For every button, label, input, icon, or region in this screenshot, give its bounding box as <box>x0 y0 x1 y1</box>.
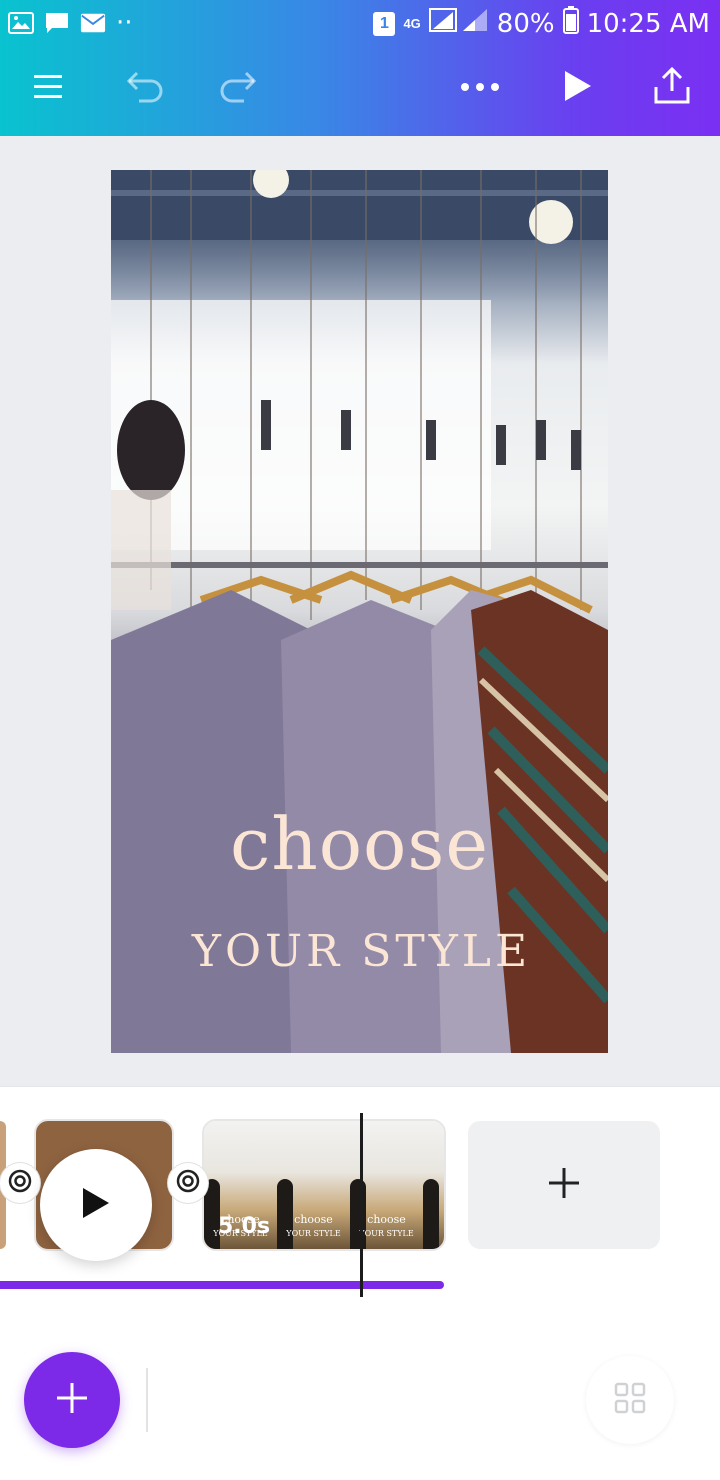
transition-icon <box>7 1168 33 1199</box>
hamburger-icon <box>32 72 64 105</box>
sim-badge: 1 <box>373 11 396 36</box>
share-button[interactable] <box>640 56 704 120</box>
headline-choose[interactable]: choose <box>111 802 608 886</box>
headline-your-style[interactable]: YOUR STYLE <box>113 926 608 977</box>
more-horizontal-icon <box>460 79 500 97</box>
add-element-button[interactable] <box>24 1352 120 1448</box>
timeline-progress-bar[interactable] <box>0 1281 444 1289</box>
menu-button[interactable] <box>16 56 80 120</box>
design-page[interactable]: choose YOUR STYLE <box>111 170 608 1053</box>
clip-duration: 5.0s <box>218 1214 271 1239</box>
mail-icon <box>80 11 106 35</box>
top-header: ·· 1 4G 80% 10:25 AM <box>0 0 720 136</box>
transition-button-left[interactable] <box>0 1163 40 1203</box>
gallery-icon <box>8 11 34 35</box>
signal-icon <box>428 7 489 40</box>
thumb-text-line2: YOUR STYLE <box>286 1229 341 1238</box>
status-right-icons: 1 4G 80% 10:25 AM <box>373 6 710 41</box>
canvas-area: choose YOUR STYLE <box>0 136 720 1086</box>
battery-percentage: 80% <box>496 8 555 39</box>
clip-thumbnail: choose YOUR STYLE <box>277 1121 350 1249</box>
battery-icon <box>562 6 579 41</box>
timeline-play-button[interactable] <box>40 1149 152 1261</box>
timeline-panel: choose YOUR STYLE choose YOUR STYLE choo… <box>0 1086 720 1346</box>
add-page-button[interactable] <box>468 1121 660 1249</box>
bottom-divider <box>146 1368 148 1432</box>
undo-button[interactable] <box>113 56 177 120</box>
grid-view-button[interactable] <box>586 1356 674 1444</box>
message-icon <box>44 11 70 35</box>
editor-toolbar <box>0 56 720 120</box>
plus-icon <box>547 1166 581 1205</box>
play-icon <box>81 1186 111 1225</box>
upload-icon <box>653 66 691 110</box>
transition-icon <box>175 1168 201 1199</box>
preview-play-button[interactable] <box>546 56 610 120</box>
clock: 10:25 AM <box>586 8 710 39</box>
status-bar: ·· 1 4G 80% 10:25 AM <box>0 0 720 48</box>
status-left-icons: ·· <box>8 8 133 38</box>
grid-icon <box>614 1382 646 1419</box>
playhead[interactable] <box>360 1113 363 1297</box>
transition-button-right[interactable] <box>168 1163 208 1203</box>
clothing-rack-illustration <box>111 170 608 1053</box>
plus-icon <box>54 1380 90 1421</box>
play-icon <box>563 69 593 108</box>
undo-icon <box>125 69 165 108</box>
redo-icon <box>218 69 258 108</box>
notification-dots: ·· <box>116 8 133 38</box>
clip-thumbnail <box>423 1121 444 1249</box>
more-options-button[interactable] <box>448 56 512 120</box>
thumb-silhouette <box>423 1179 439 1249</box>
network-type: 4G <box>403 16 421 31</box>
redo-button[interactable] <box>206 56 270 120</box>
thumb-text-line1: choose <box>294 1213 333 1226</box>
